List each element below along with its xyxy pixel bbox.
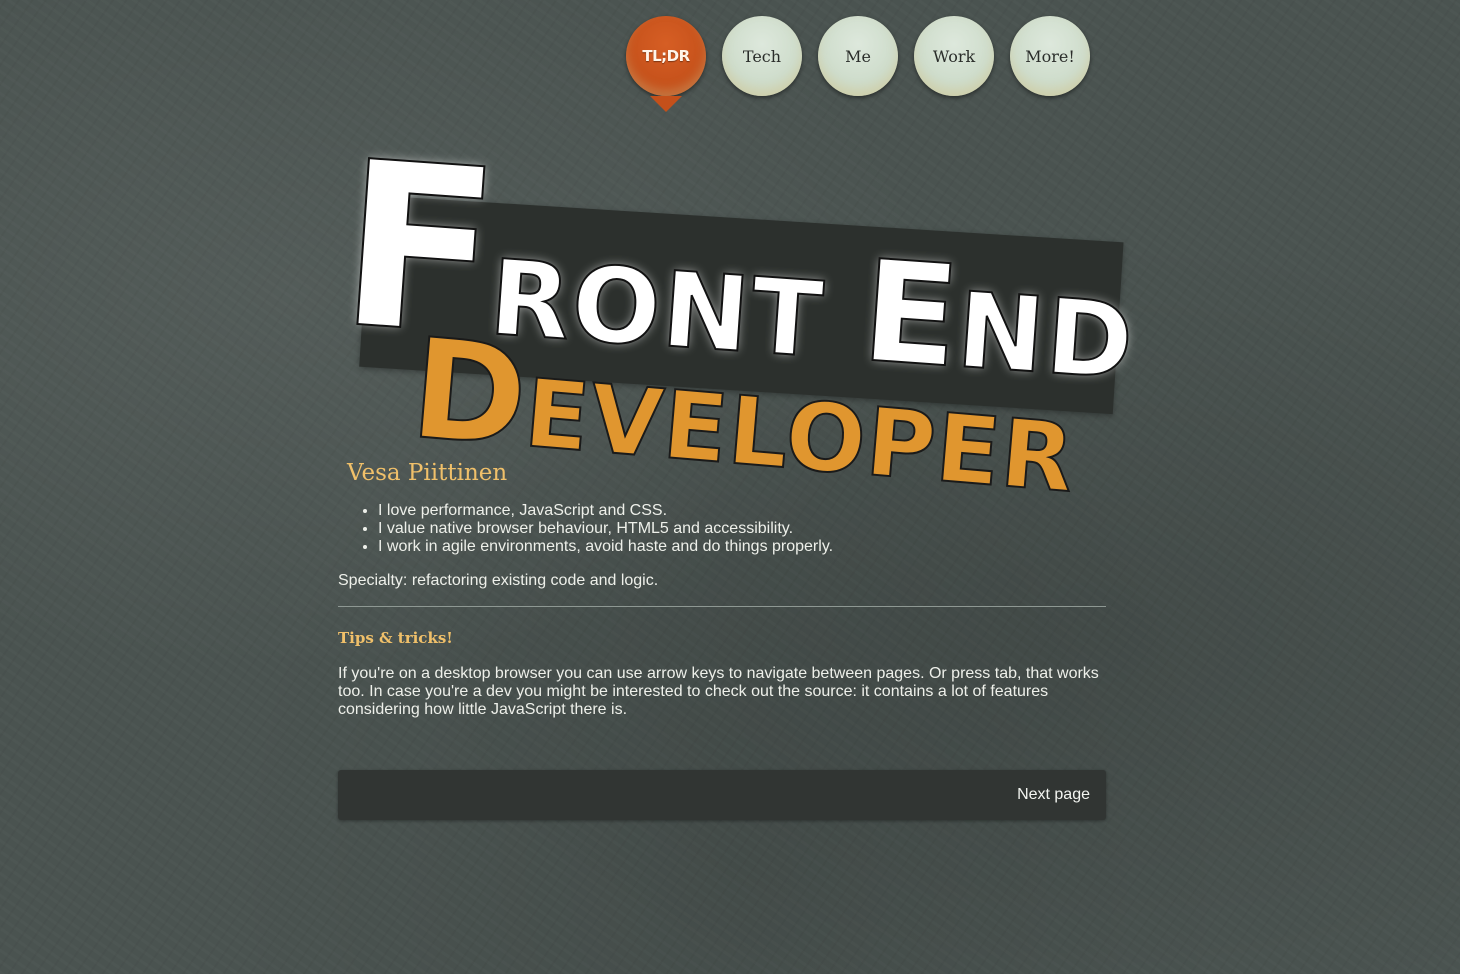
tips-heading: Tips & tricks!	[338, 629, 453, 647]
pager-bar: Next page	[338, 770, 1106, 820]
hero-title: FRONT END DEVELOPER	[332, 110, 1140, 515]
list-item: I value native browser behaviour, HTML5 …	[378, 520, 1106, 538]
specialty-text: Specialty: refactoring existing code and…	[338, 572, 659, 589]
nav-tech[interactable]: Tech	[722, 16, 802, 96]
next-page-link[interactable]: Next page	[1017, 786, 1090, 804]
list-item: I love performance, JavaScript and CSS.	[378, 502, 1106, 520]
section-divider	[338, 606, 1106, 607]
nav-tldr[interactable]: TL;DR	[626, 16, 706, 96]
nav-work[interactable]: Work	[914, 16, 994, 96]
nav-more[interactable]: More!	[1010, 16, 1090, 96]
nav-me[interactable]: Me	[818, 16, 898, 96]
author-name: Vesa Piittinen	[347, 460, 508, 486]
main-content: Vesa Piittinen I love performance, JavaS…	[338, 456, 1106, 719]
profile-points: I love performance, JavaScript and CSS. …	[338, 502, 1106, 556]
main-nav: TL;DR Tech Me Work More!	[626, 16, 1096, 116]
tips-text: If you're on a desktop browser you can u…	[338, 665, 1099, 718]
active-nav-pointer	[650, 96, 682, 112]
hero-dev-initial: D	[405, 307, 535, 479]
list-item: I work in agile environments, avoid hast…	[378, 538, 1106, 556]
